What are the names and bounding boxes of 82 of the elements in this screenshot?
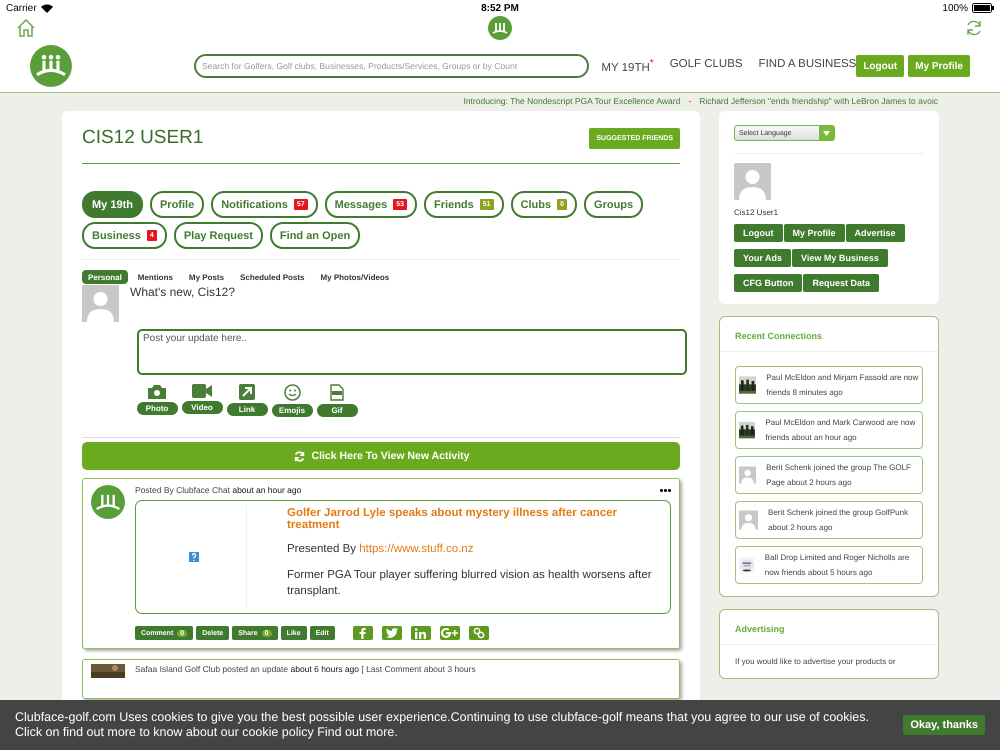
avatar-icon bbox=[734, 163, 771, 200]
feed-tab[interactable]: Mentions bbox=[132, 270, 179, 284]
media-button[interactable]: Photo bbox=[136, 402, 178, 415]
feed-tab[interactable]: My Photos/Videos bbox=[314, 270, 396, 284]
linkedin-share-button[interactable] bbox=[410, 626, 431, 640]
sidebar-button[interactable]: Logout bbox=[734, 224, 782, 242]
new-activity-button[interactable]: Click Here To View New Activity bbox=[82, 442, 680, 470]
facebook-icon bbox=[359, 628, 366, 638]
clock-time: 8:52 PM bbox=[481, 2, 519, 14]
profile-tab[interactable]: Profile bbox=[150, 191, 204, 218]
profile-tab[interactable]: Play Request bbox=[174, 222, 263, 249]
search-field[interactable]: Search for Golfers, Golf clubs, Businesses, Products/Services, Groups or by Count bbox=[194, 54, 590, 78]
broken-image-icon bbox=[189, 552, 199, 562]
media-button[interactable]: Video bbox=[182, 401, 222, 414]
file-icon bbox=[330, 384, 344, 401]
article-title[interactable]: Golfer Jarrod Lyle speaks about mystery illness after cancer treatment bbox=[287, 507, 664, 531]
googleplus-share-button[interactable] bbox=[440, 626, 460, 640]
connection-item[interactable]: Paul McEldon and Mark Carwood are now friends about an hour ago bbox=[735, 411, 923, 449]
sidebar-button[interactable]: View My Business bbox=[792, 249, 888, 267]
header-button[interactable]: My Profile bbox=[908, 55, 970, 77]
profile-tab[interactable]: Groups bbox=[584, 191, 644, 218]
sidebar-button[interactable]: My Profile bbox=[784, 224, 845, 242]
link-share-button[interactable] bbox=[468, 626, 489, 640]
profile-name: CIS12 USER1 bbox=[82, 127, 204, 149]
external-link-icon bbox=[239, 384, 255, 400]
avatar-icon bbox=[82, 285, 119, 322]
media-button[interactable]: Link bbox=[226, 403, 268, 416]
ticker-link[interactable]: Introducing: The Nondescript PGA Tour Excellence Award bbox=[463, 96, 680, 106]
camera-icon bbox=[148, 384, 166, 399]
media-button[interactable]: Emojis bbox=[272, 404, 312, 417]
connection-item[interactable]: Berit Schenk joined the group The GOLF Page about 2 hours ago bbox=[735, 456, 923, 494]
connection-item[interactable]: Ball Drop Limited and Roger Nicholls are now friends about 5 hours ago bbox=[735, 546, 923, 584]
more-icon[interactable] bbox=[660, 488, 671, 492]
connection-item[interactable]: Paul McEldon and Mirjam Fassold are now friends 8 minutes ago bbox=[735, 366, 923, 404]
nav-link[interactable]: MY 19TH$^{*}$ bbox=[601, 58, 654, 74]
caret-icon bbox=[823, 130, 830, 136]
google-plus-icon bbox=[441, 628, 458, 638]
header-button[interactable]: Logout bbox=[856, 55, 904, 77]
post-field[interactable]: Post your update here.. bbox=[137, 329, 687, 375]
cookie-policy-link[interactable]: Find out more. bbox=[317, 725, 398, 739]
home-icon[interactable] bbox=[16, 18, 36, 38]
profile-tab[interactable]: My 19th bbox=[82, 191, 143, 218]
refresh-icon bbox=[292, 450, 306, 462]
wifi-icon bbox=[40, 4, 53, 12]
article-summary: Former PGA Tour player suffering blurred vision as health worsens after transplant. bbox=[287, 568, 653, 600]
chain-link-icon bbox=[472, 627, 485, 639]
media-button[interactable]: Gif bbox=[316, 404, 358, 417]
battery-icon bbox=[972, 3, 994, 13]
section-title: Recent Connections bbox=[720, 317, 938, 352]
presented-by-label: Presented By bbox=[287, 543, 356, 555]
sidebar-button[interactable]: Request Data bbox=[803, 274, 879, 292]
video-camera-icon bbox=[192, 384, 212, 398]
section-title: Advertising bbox=[720, 610, 938, 645]
sidebar-button[interactable]: Advertise bbox=[846, 224, 905, 242]
logo-icon bbox=[91, 485, 125, 519]
ticker-link[interactable]: Richard Jefferson "ends friendship" with LeBron James to avoic bbox=[699, 96, 938, 106]
facebook-share-button[interactable] bbox=[352, 626, 373, 640]
advertising-text: If you would like to advertise your products or bbox=[734, 656, 897, 666]
nav-link[interactable]: GOLF CLUBS bbox=[670, 58, 743, 74]
twitter-share-button[interactable] bbox=[382, 626, 402, 640]
source-link[interactable]: https://www.stuff.co.nz bbox=[359, 543, 474, 555]
post-byline: Posted By Clubface Chat about an hour ago bbox=[135, 485, 302, 495]
accept-cookies-button[interactable]: Okay, thanks bbox=[903, 715, 985, 735]
smiley-icon bbox=[284, 384, 300, 401]
prompt-text: What's new, Cis12? bbox=[130, 285, 236, 299]
twitter-icon bbox=[386, 628, 398, 638]
battery-percent: 100% bbox=[942, 2, 968, 14]
feed-tab[interactable]: My Posts bbox=[182, 270, 230, 284]
sidebar-button[interactable]: CFG Button bbox=[734, 274, 802, 292]
logo-icon[interactable] bbox=[30, 45, 72, 87]
feed-tab[interactable]: Personal bbox=[82, 270, 128, 284]
cookie-message: Clubface-golf.com Uses cookies to give you the best possible user experience.Continuing to use clubface-golf means that you agree to our use of cookies. Click on find out more to know about our cookie policy Find out more. bbox=[15, 710, 870, 740]
user-name: Cis12 User1 bbox=[734, 208, 780, 217]
feed-tab[interactable]: Scheduled Posts bbox=[234, 270, 310, 284]
linkedin-icon bbox=[415, 628, 426, 638]
sidebar-button[interactable]: Your Ads bbox=[734, 249, 792, 267]
profile-tab[interactable]: Find an Open bbox=[270, 222, 360, 249]
carrier-label: Carrier bbox=[6, 2, 37, 14]
nav-link[interactable]: FIND A BUSINESS bbox=[758, 58, 856, 74]
post-byline: Safaa Island Golf Club posted an update about 6 hours ago [ Last Comment about 3 hours bbox=[135, 664, 476, 674]
connection-item[interactable]: Berit Schenk joined the group GolfPunk about 2 hours ago bbox=[735, 501, 923, 539]
ticker-separator: - bbox=[688, 96, 692, 106]
